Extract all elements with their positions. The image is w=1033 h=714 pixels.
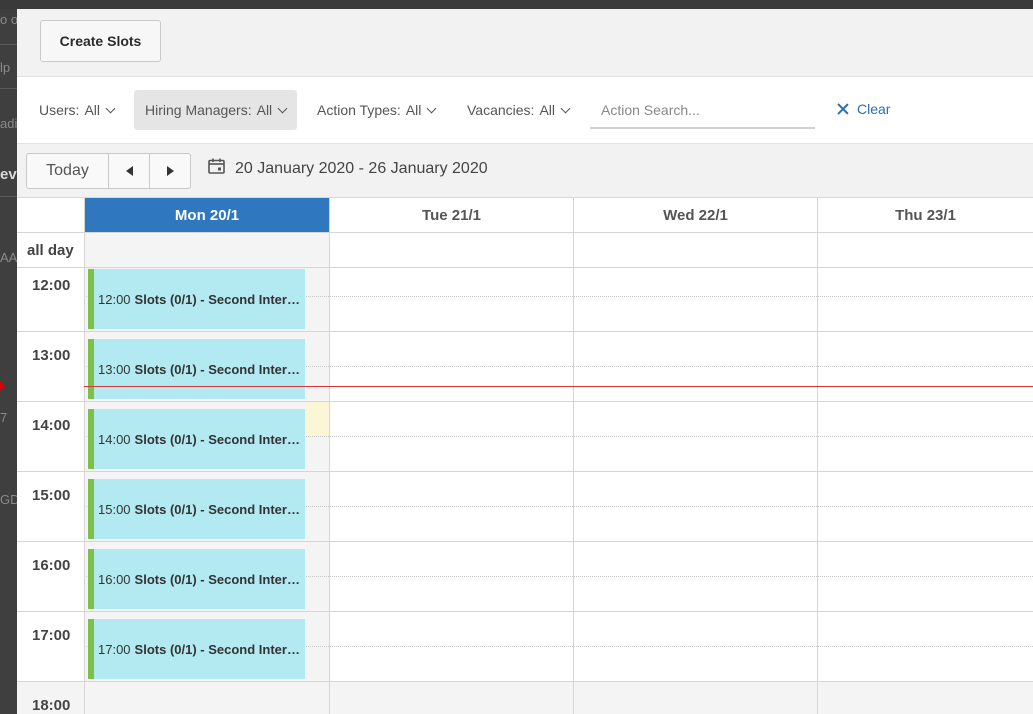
time-label: 16:00 bbox=[32, 557, 71, 574]
hiring-managers-filter-value: All bbox=[256, 102, 273, 118]
action-types-filter-label: Action Types: bbox=[317, 102, 401, 118]
all-day-divider bbox=[17, 267, 1033, 268]
column-divider bbox=[329, 232, 330, 714]
background-text: lp bbox=[0, 60, 11, 75]
hour-line bbox=[17, 681, 1033, 682]
date-nav-group: Today bbox=[26, 153, 191, 189]
next-week-button[interactable] bbox=[150, 154, 190, 188]
event-time: 14:00 bbox=[98, 431, 131, 447]
background-text: GD bbox=[0, 492, 17, 507]
hour-line bbox=[17, 541, 1033, 542]
highlighted-slot bbox=[305, 402, 329, 436]
event-title: Slots (0/1) - Second Interview bbox=[134, 641, 305, 657]
hour-line bbox=[17, 471, 1033, 472]
hiring-managers-filter[interactable]: Hiring Managers: All bbox=[134, 90, 298, 130]
time-label: 15:00 bbox=[32, 487, 71, 504]
week-calendar-grid: Mon 20/1 Tue 21/1 Wed 22/1 Thu 23/1 all … bbox=[17, 198, 1033, 714]
column-divider bbox=[817, 232, 818, 714]
calendar-event[interactable]: 14:00 Slots (0/1) - Second Interview bbox=[88, 409, 305, 469]
event-time: 13:00 bbox=[98, 361, 131, 377]
chevron-down-icon bbox=[277, 103, 288, 113]
calendar-icon bbox=[208, 158, 225, 174]
time-label: 14:00 bbox=[32, 417, 71, 434]
action-search-input[interactable] bbox=[590, 93, 815, 129]
time-label: 18:00 bbox=[32, 697, 71, 714]
calendar-event[interactable]: 12:00 Slots (0/1) - Second Interview bbox=[88, 269, 305, 329]
date-range-label: 20 January 2020 - 26 January 2020 bbox=[235, 160, 488, 177]
vacancies-filter-value: All bbox=[539, 102, 556, 118]
event-title: Slots (0/1) - Second Interview bbox=[134, 361, 305, 377]
calendar-modal: Create Slots Users: All Hiring Managers:… bbox=[17, 9, 1033, 714]
create-slots-button[interactable]: Create Slots bbox=[40, 20, 161, 62]
calendar-event[interactable]: 13:00 Slots (0/1) - Second Interview bbox=[88, 339, 305, 399]
current-time-arrow-icon bbox=[0, 381, 5, 391]
hiring-managers-filter-label: Hiring Managers: bbox=[145, 102, 252, 118]
calendar-event[interactable]: 15:00 Slots (0/1) - Second Interview bbox=[88, 479, 305, 539]
chevron-down-icon bbox=[560, 103, 571, 113]
background-text: 7 bbox=[0, 410, 8, 425]
clear-label: Clear bbox=[857, 101, 891, 117]
time-label: 17:00 bbox=[32, 627, 71, 644]
caret-left-icon bbox=[125, 166, 133, 176]
users-filter-value: All bbox=[84, 102, 101, 118]
calendar-event[interactable]: 16:00 Slots (0/1) - Second Interview bbox=[88, 549, 305, 609]
background-top-bar bbox=[0, 0, 1033, 9]
day-header-wed[interactable]: Wed 22/1 bbox=[574, 198, 818, 232]
close-icon bbox=[837, 103, 849, 115]
background-text: ev bbox=[0, 166, 17, 183]
hour-line bbox=[17, 611, 1033, 612]
users-filter-label: Users: bbox=[39, 102, 80, 118]
filter-bar: Users: All Hiring Managers: All Action T… bbox=[17, 77, 1033, 143]
day-header-thu[interactable]: Thu 23/1 bbox=[818, 198, 1033, 232]
event-time: 17:00 bbox=[98, 641, 131, 657]
background-divider bbox=[0, 196, 17, 197]
background-divider bbox=[0, 44, 17, 45]
clear-filters-button[interactable]: Clear bbox=[837, 101, 890, 117]
today-button[interactable]: Today bbox=[27, 154, 109, 188]
column-divider bbox=[573, 232, 574, 714]
hour-line bbox=[17, 331, 1033, 332]
time-gutter-divider bbox=[84, 198, 85, 714]
time-label: 13:00 bbox=[32, 347, 71, 364]
event-title: Slots (0/1) - Second Interview bbox=[134, 291, 305, 307]
current-time-line bbox=[84, 386, 1033, 387]
event-time: 15:00 bbox=[98, 501, 131, 517]
previous-week-button[interactable] bbox=[109, 154, 150, 188]
event-title: Slots (0/1) - Second Interview bbox=[134, 501, 305, 517]
all-day-label: all day bbox=[27, 242, 74, 259]
chevron-down-icon bbox=[426, 103, 437, 113]
background-text: adio bbox=[0, 116, 17, 131]
event-title: Slots (0/1) - Second Interview bbox=[134, 431, 305, 447]
users-filter[interactable]: Users: All bbox=[39, 90, 116, 130]
day-header-mon[interactable]: Mon 20/1 bbox=[85, 198, 330, 232]
background-text: o o bbox=[0, 12, 17, 27]
vacancies-filter-label: Vacancies: bbox=[467, 102, 535, 118]
action-types-filter-value: All bbox=[405, 102, 422, 118]
action-types-filter[interactable]: Action Types: All bbox=[317, 90, 437, 130]
day-header-tue[interactable]: Tue 21/1 bbox=[330, 198, 574, 232]
chevron-down-icon bbox=[105, 103, 116, 113]
time-label: 12:00 bbox=[32, 277, 71, 294]
calendar-event[interactable]: 17:00 Slots (0/1) - Second Interview bbox=[88, 619, 305, 679]
background-divider bbox=[0, 88, 17, 89]
hour-line bbox=[17, 401, 1033, 402]
caret-right-icon bbox=[166, 166, 174, 176]
header-divider bbox=[17, 232, 1033, 233]
event-time: 12:00 bbox=[98, 291, 131, 307]
event-time: 16:00 bbox=[98, 571, 131, 587]
background-text: AA bbox=[0, 250, 17, 265]
modal-toolbar: Create Slots bbox=[17, 9, 1033, 77]
vacancies-filter[interactable]: Vacancies: All bbox=[467, 90, 571, 130]
event-title: Slots (0/1) - Second Interview bbox=[134, 571, 305, 587]
calendar-nav-bar: Today 20 January 2020 - 26 January 2020 bbox=[17, 143, 1033, 198]
after-hours-band bbox=[17, 681, 1033, 714]
